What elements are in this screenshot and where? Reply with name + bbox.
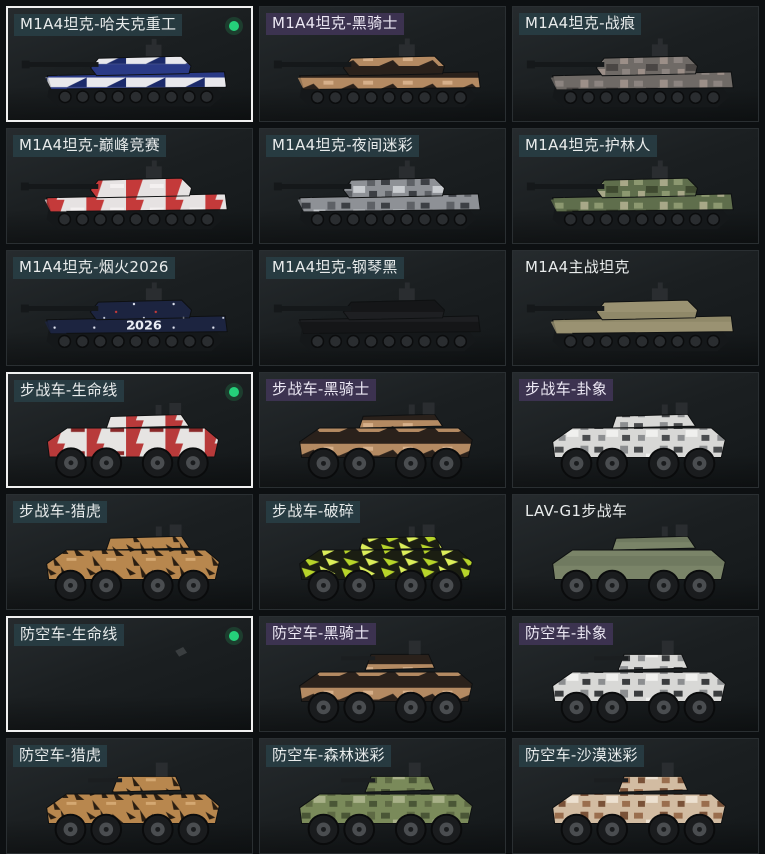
skin-name-label: 防空车-黑骑士: [266, 623, 376, 645]
equipped-status-icon: [225, 17, 243, 35]
skin-name-label: M1A4坦克-烟火2026: [13, 257, 175, 279]
equipped-status-icon: [225, 383, 243, 401]
skin-name-label: M1A4坦克-哈夫克重工: [14, 14, 183, 36]
skin-name-label: 防空车-生命线: [14, 624, 124, 646]
skin-name-label: M1A4坦克-黑骑士: [266, 13, 404, 35]
skin-card[interactable]: M1A4坦克-黑骑士: [259, 6, 506, 122]
skin-card[interactable]: M1A4主战坦克: [512, 250, 759, 366]
skin-card[interactable]: 步战车-生命线: [6, 372, 253, 488]
skin-name-label: 步战车-猎虎: [13, 501, 108, 523]
skin-name-label: 步战车-生命线: [14, 380, 124, 402]
skin-card[interactable]: 步战车-卦象: [512, 372, 759, 488]
skin-name-label: M1A4坦克-巅峰竞赛: [13, 135, 167, 157]
skin-card[interactable]: LAV-G1步战车: [512, 494, 759, 610]
skin-grid: M1A4坦克-哈夫克重工 M1A4坦克-黑骑士 M1A4坦克-战痕 M1A4坦克-巅峰…: [0, 0, 765, 854]
skin-card[interactable]: 步战车-猎虎: [6, 494, 253, 610]
skin-name-label: M1A4主战坦克: [525, 258, 630, 276]
skin-card[interactable]: M1A4坦克-哈夫克重工: [6, 6, 253, 122]
skin-name-label: M1A4坦克-钢琴黑: [266, 257, 404, 279]
skin-card[interactable]: M1A4坦克-钢琴黑: [259, 250, 506, 366]
equipped-status-icon: [225, 627, 243, 645]
skin-name-label: 步战车-卦象: [519, 379, 614, 401]
skin-card[interactable]: M1A4坦克-战痕: [512, 6, 759, 122]
skin-card[interactable]: 防空车-猎虎: [6, 738, 253, 854]
skin-card[interactable]: 防空车-黑骑士: [259, 616, 506, 732]
skin-card[interactable]: M1A4坦克-护林人: [512, 128, 759, 244]
skin-name-label: M1A4坦克-战痕: [519, 13, 642, 35]
skin-name-label: 步战车-破碎: [266, 501, 361, 523]
skin-card[interactable]: 步战车-黑骑士: [259, 372, 506, 488]
skin-name-label: 步战车-黑骑士: [266, 379, 376, 401]
skin-name-label: 防空车-森林迷彩: [266, 745, 391, 767]
skin-card[interactable]: 防空车-卦象: [512, 616, 759, 732]
skin-name-label: 防空车-猎虎: [13, 745, 108, 767]
skin-card[interactable]: M1A4坦克-烟火2026 2026: [6, 250, 253, 366]
skin-name-label: M1A4坦克-护林人: [519, 135, 657, 157]
skin-name-label: M1A4坦克-夜间迷彩: [266, 135, 420, 157]
skin-card[interactable]: 防空车-森林迷彩: [259, 738, 506, 854]
skin-card[interactable]: 步战车-破碎: [259, 494, 506, 610]
skin-card[interactable]: 防空车-生命线: [6, 616, 253, 732]
skin-name-label: 防空车-沙漠迷彩: [519, 745, 644, 767]
skin-card[interactable]: M1A4坦克-巅峰竞赛: [6, 128, 253, 244]
skin-card[interactable]: M1A4坦克-夜间迷彩: [259, 128, 506, 244]
skin-name-label: 防空车-卦象: [519, 623, 614, 645]
skin-card[interactable]: 防空车-沙漠迷彩: [512, 738, 759, 854]
skin-name-label: LAV-G1步战车: [525, 502, 628, 520]
tank-decal-text: 2026: [126, 319, 162, 334]
